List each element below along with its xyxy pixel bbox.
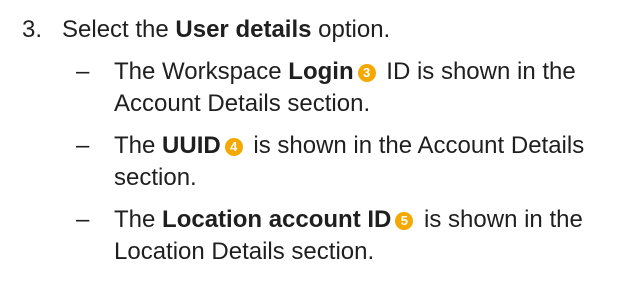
bullet-uuid: – The UUID 4 is shown in the Account Deta… — [72, 130, 638, 194]
bullet-bold-term: Login — [288, 58, 354, 85]
callout-number-icon: 5 — [395, 212, 414, 230]
bullet-text-before: The — [114, 132, 163, 159]
step-text-after: option. — [311, 16, 391, 43]
dash-bullet: – — [76, 58, 90, 85]
step-item: 3. Select the User details option. — [22, 12, 390, 48]
user-details-option-name: User details — [175, 16, 312, 43]
bullet-bold-term: UUID — [162, 132, 221, 159]
bullet-login-id: – The Workspace Login 3 ID is shown in th… — [72, 56, 638, 120]
bullet-text-before: The — [114, 206, 163, 233]
bullet-location-account-id: – The Location account ID 5 is shown in t… — [72, 204, 638, 268]
bullet-bold-term: Location account ID — [162, 206, 392, 233]
step-number: 3. — [22, 16, 43, 43]
dash-bullet: – — [76, 206, 90, 233]
callout-number-icon: 3 — [357, 64, 376, 82]
dash-bullet: – — [76, 132, 90, 159]
step-text-before: Select the — [62, 16, 176, 43]
bullet-text-before: The Workspace — [114, 58, 289, 85]
sub-bullet-list: – The Workspace Login 3 ID is shown in th… — [72, 56, 638, 278]
callout-number-icon: 4 — [224, 138, 243, 156]
